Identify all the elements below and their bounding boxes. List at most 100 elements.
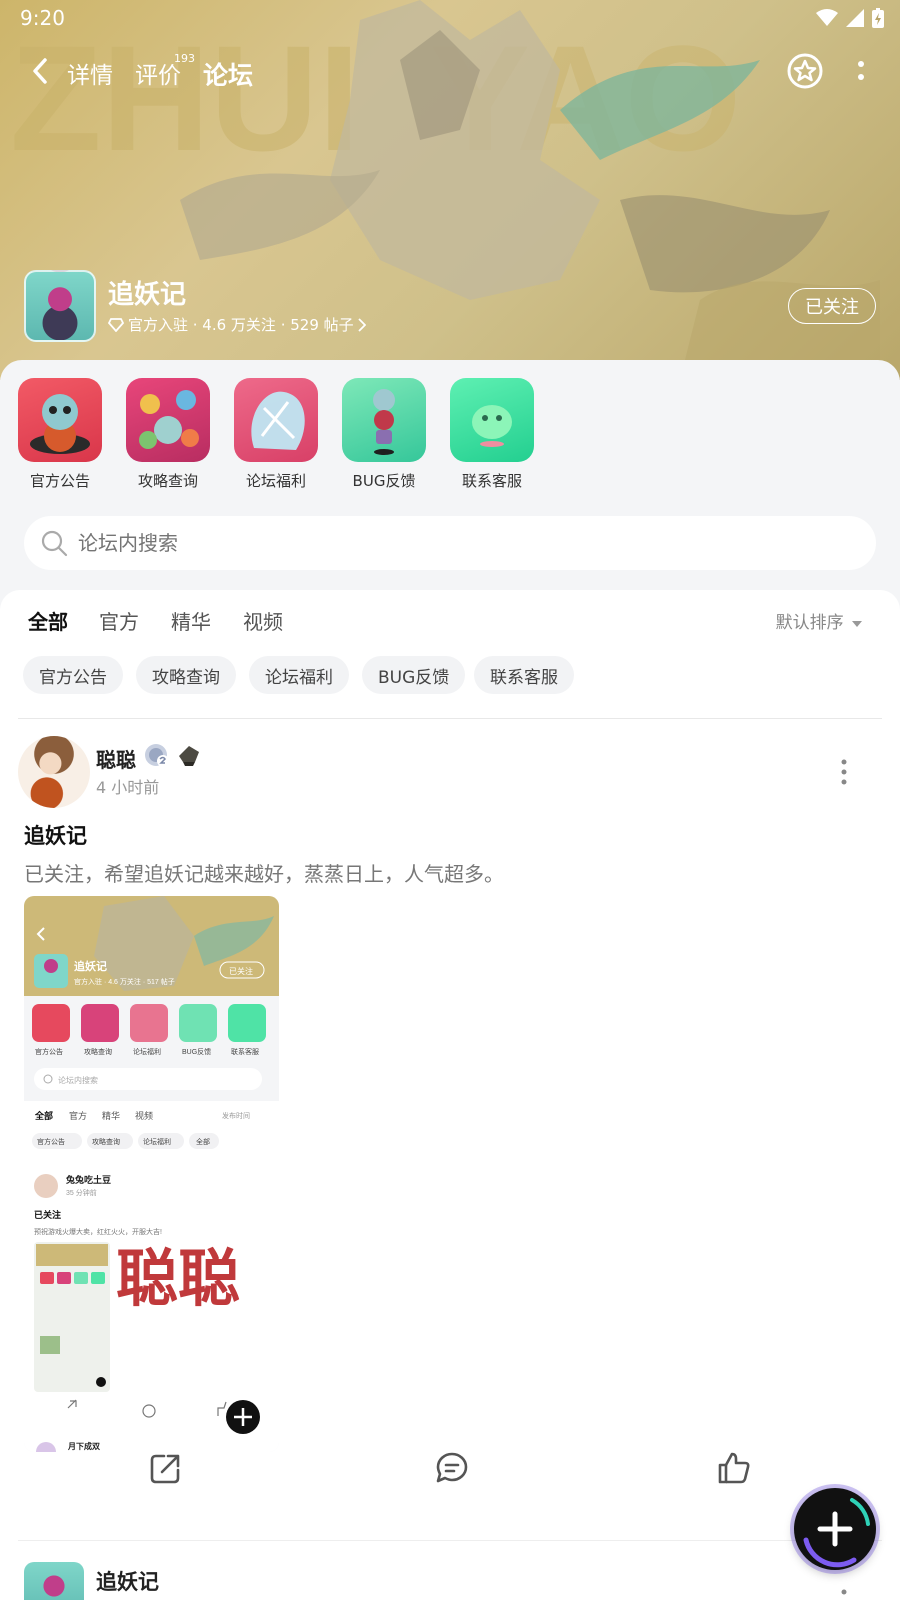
battery-icon — [872, 8, 884, 28]
create-post-fab[interactable] — [794, 1488, 876, 1570]
bug-report-icon — [342, 378, 426, 462]
post-more-button[interactable] — [840, 756, 848, 786]
search-input[interactable] — [78, 531, 778, 555]
author-name[interactable]: 聪聪 — [96, 744, 136, 773]
screenshot-quick-label: 攻略查询 — [84, 1047, 112, 1056]
screenshot-inner-title: 已关注 — [34, 1209, 61, 1220]
like-button[interactable] — [716, 1450, 752, 1486]
diamond-icon — [108, 317, 124, 332]
chip-bug-report[interactable]: BUG反馈 — [362, 656, 466, 694]
welfare-icon — [234, 378, 318, 462]
quick-link-label: 攻略查询 — [137, 472, 198, 490]
back-button[interactable] — [26, 56, 54, 86]
screenshot-quick-label: 官方公告 — [35, 1047, 63, 1056]
post-screenshot: 追妖记 官方入驻 · 4.6 万关注 · 517 帖子 已关注 官方公告 攻略查… — [24, 896, 279, 1452]
more-icon — [858, 61, 864, 80]
comment-button[interactable] — [434, 1450, 470, 1486]
screenshot-sort: 发布时间 — [222, 1111, 250, 1120]
status-time: 9:20 — [20, 6, 65, 30]
screenshot-search-placeholder: 论坛内搜索 — [58, 1075, 98, 1085]
quick-link-welfare[interactable]: 论坛福利 — [234, 378, 318, 491]
next-post-card[interactable]: 追妖记 — [0, 1552, 900, 1600]
post-body: 已关注，希望追妖记越来越好，蒸蒸日上，人气超多。 — [24, 862, 504, 886]
screenshot-chip: 论坛福利 — [143, 1137, 171, 1146]
chip-support[interactable]: 联系客服 — [474, 656, 574, 694]
forum-search-box[interactable] — [24, 516, 876, 570]
post-actions — [0, 1436, 900, 1506]
screenshot-quick-label: 联系客服 — [231, 1047, 259, 1056]
screenshot-app-name: 追妖记 — [74, 959, 107, 973]
comment-icon — [436, 1452, 468, 1483]
feed-tab-featured[interactable]: 精华 — [171, 606, 211, 635]
quick-link-label: 联系客服 — [461, 472, 522, 490]
divider — [18, 718, 882, 719]
screenshot-tab: 视频 — [135, 1110, 153, 1121]
search-icon — [41, 530, 68, 557]
support-icon — [450, 378, 534, 462]
more-menu-button[interactable] — [856, 58, 866, 86]
sort-label: 默认排序 — [775, 613, 844, 633]
level-badge-icon — [145, 744, 169, 767]
feed-tab-all[interactable]: 全部 — [28, 606, 68, 635]
screenshot-tab: 官方 — [69, 1110, 87, 1121]
tab-details[interactable]: 详情 — [67, 56, 113, 90]
hat-badge-icon — [179, 746, 199, 766]
screenshot-app-meta: 官方入驻 · 4.6 万关注 · 517 帖子 — [74, 977, 175, 986]
status-bar: 9:20 — [0, 0, 900, 36]
chip-announcements[interactable]: 官方公告 — [23, 656, 123, 694]
feed-tab-official[interactable]: 官方 — [99, 606, 139, 635]
top-nav: 详情 评价 193 论坛 — [0, 50, 900, 94]
plus-icon — [803, 1498, 870, 1568]
status-icons — [816, 8, 884, 28]
more-icon[interactable] — [840, 1588, 848, 1600]
like-icon — [718, 1452, 750, 1484]
share-button[interactable] — [148, 1450, 184, 1486]
app-meta-text: 官方入驻 · 4.6 万关注 · 529 帖子 — [128, 316, 354, 334]
quick-link-label: 官方公告 — [29, 472, 90, 490]
author-avatar[interactable] — [18, 736, 90, 808]
chip-welfare[interactable]: 论坛福利 — [249, 656, 349, 694]
quick-link-support[interactable]: 联系客服 — [450, 378, 534, 491]
divider — [18, 1540, 882, 1541]
post-image[interactable]: 追妖记 官方入驻 · 4.6 万关注 · 517 帖子 已关注 官方公告 攻略查… — [24, 896, 279, 1452]
screenshot-chip: 攻略查询 — [92, 1137, 120, 1146]
next-post-author[interactable]: 追妖记 — [96, 1566, 159, 1596]
screenshot-chip: 官方公告 — [37, 1137, 65, 1146]
sort-dropdown[interactable]: 默认排序 — [776, 608, 862, 633]
wifi-icon — [816, 9, 838, 26]
svg-text:ZHUI: ZHUI — [10, 14, 360, 182]
quick-link-label: BUG反馈 — [352, 472, 416, 490]
star-icon — [787, 53, 823, 89]
screenshot-inner-author: 兔兔吃土豆 — [65, 1174, 111, 1185]
reviews-count-badge: 193 — [174, 52, 195, 65]
feed-tab-video[interactable]: 视频 — [243, 606, 283, 635]
screenshot-inner-body: 预祝游戏火爆大卖，红红火火，开服大吉! — [34, 1227, 162, 1236]
screenshot-tab: 全部 — [34, 1110, 53, 1121]
back-icon — [33, 58, 47, 84]
quick-link-label: 论坛福利 — [245, 472, 306, 490]
chip-guides[interactable]: 攻略查询 — [136, 656, 236, 694]
chevron-right-icon — [358, 317, 366, 332]
post-title: 追妖记 — [24, 824, 87, 848]
screenshot-quick-label: BUG反馈 — [182, 1047, 211, 1056]
app-info: 追妖记 官方入驻 · 4.6 万关注 · 529 帖子 已关注 — [24, 270, 876, 342]
screenshot-follow-label: 已关注 — [229, 966, 253, 976]
share-icon — [150, 1454, 180, 1484]
favorite-button[interactable] — [786, 52, 824, 90]
post-time: 4 小时前 — [96, 778, 160, 797]
app-meta[interactable]: 官方入驻 · 4.6 万关注 · 529 帖子 — [108, 314, 366, 335]
app-icon — [24, 270, 96, 342]
quick-link-guides[interactable]: 攻略查询 — [126, 378, 210, 491]
author-badges — [144, 742, 202, 768]
next-post-avatar[interactable] — [24, 1562, 84, 1600]
screenshot-tab: 精华 — [102, 1110, 120, 1121]
follow-button[interactable]: 已关注 — [788, 288, 876, 324]
signal-icon — [846, 9, 864, 27]
quick-link-bug-report[interactable]: BUG反馈 — [342, 378, 426, 491]
screenshot-overlay-text: 聪聪 — [116, 1245, 240, 1314]
app-name: 追妖记 — [108, 280, 187, 310]
tab-forum[interactable]: 论坛 — [200, 56, 256, 92]
quick-link-announcements[interactable]: 官方公告 — [18, 378, 102, 491]
guides-icon — [126, 378, 210, 462]
screenshot-quick-label: 论坛福利 — [133, 1047, 161, 1056]
